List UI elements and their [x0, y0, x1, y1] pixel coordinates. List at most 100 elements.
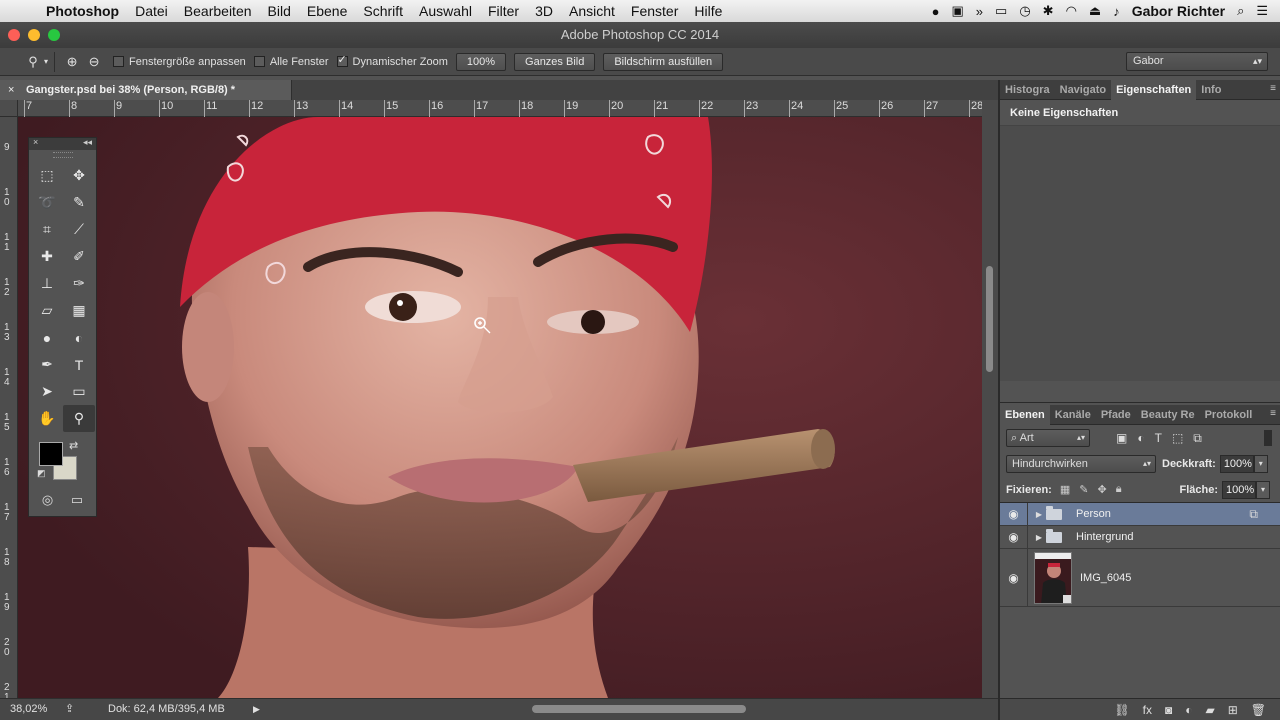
- zoom-level[interactable]: 38,02%: [10, 699, 47, 719]
- tool-preset-chevron-icon[interactable]: ▾: [44, 57, 48, 66]
- pen-tool-icon[interactable]: ✒: [31, 351, 63, 378]
- properties-panel-menu-icon[interactable]: ≡: [1270, 83, 1276, 94]
- foreground-color-swatch[interactable]: [39, 442, 63, 466]
- spotlight-icon[interactable]: ⌕: [1237, 3, 1244, 19]
- dodge-tool-icon[interactable]: ◐: [63, 324, 95, 351]
- layer-kind-filter[interactable]: ⌕ Art ▴▾: [1006, 429, 1090, 447]
- window-minimize-button[interactable]: [28, 29, 40, 41]
- fill-dropdown-icon[interactable]: ▾: [1256, 480, 1270, 499]
- tab-beauty[interactable]: Beauty Re: [1136, 405, 1200, 425]
- layers-panel-menu-icon[interactable]: ≡: [1270, 408, 1276, 419]
- marquee-tool-icon[interactable]: ⬚: [31, 162, 63, 189]
- visibility-eye-icon[interactable]: ◉: [1000, 549, 1028, 606]
- volume-icon[interactable]: ♪: [1113, 4, 1120, 19]
- resize-windows-checkbox[interactable]: [113, 56, 125, 67]
- visibility-eye-icon[interactable]: ◉: [1000, 503, 1028, 525]
- clone-stamp-tool-icon[interactable]: ⊥: [31, 270, 63, 297]
- document-canvas[interactable]: [18, 117, 982, 698]
- menu-3d[interactable]: 3D: [527, 3, 561, 19]
- expand-group-icon[interactable]: ▶: [1032, 533, 1046, 542]
- healing-brush-tool-icon[interactable]: ✚: [31, 243, 63, 270]
- lock-transparency-icon[interactable]: ▦: [1060, 483, 1070, 496]
- menu-bearbeiten[interactable]: Bearbeiten: [176, 3, 260, 19]
- eraser-tool-icon[interactable]: ▱: [31, 297, 63, 324]
- tools-grip[interactable]: [52, 152, 73, 158]
- menu-ebene[interactable]: Ebene: [299, 3, 355, 19]
- scrubby-zoom-checkbox[interactable]: [336, 53, 348, 67]
- lock-position-icon[interactable]: ✥: [1097, 483, 1106, 496]
- type-tool-icon[interactable]: T: [63, 351, 95, 378]
- horizontal-scroll-thumb[interactable]: [532, 705, 746, 713]
- expand-group-icon[interactable]: ▶: [1032, 510, 1046, 519]
- tab-channels[interactable]: Kanäle: [1050, 405, 1096, 425]
- wifi-icon[interactable]: ◠: [1066, 3, 1077, 19]
- collapse-tools-icon[interactable]: ◂◂: [83, 137, 92, 148]
- all-windows-checkbox[interactable]: [253, 56, 265, 67]
- menu-ansicht[interactable]: Ansicht: [561, 3, 623, 19]
- filter-pixel-icon[interactable]: ▣: [1116, 431, 1127, 446]
- lock-pixels-icon[interactable]: ✎: [1079, 483, 1088, 496]
- link-layers-icon[interactable]: ⛓: [1114, 703, 1129, 717]
- layer-row-img-6045[interactable]: ◉ IMG_6045: [1000, 549, 1280, 607]
- tab-history[interactable]: Protokoll: [1200, 405, 1258, 425]
- blend-mode-select[interactable]: Hindurchwirken ▴▾: [1006, 455, 1156, 473]
- menu-hilfe[interactable]: Hilfe: [686, 3, 730, 19]
- menu-bild[interactable]: Bild: [260, 3, 299, 19]
- lasso-tool-icon[interactable]: ➰: [31, 189, 63, 216]
- move-tool-icon[interactable]: ✥: [63, 162, 95, 189]
- canvas-vertical-scrollbar[interactable]: [982, 100, 998, 698]
- quick-selection-tool-icon[interactable]: ✎: [63, 189, 95, 216]
- notifications-icon[interactable]: ☰: [1256, 3, 1268, 19]
- menu-photoshop[interactable]: Photoshop: [38, 3, 127, 19]
- lock-all-icon[interactable]: 🔒︎: [1116, 483, 1122, 496]
- rectangle-tool-icon[interactable]: ▭: [63, 378, 95, 405]
- zoom-in-icon[interactable]: ⊕: [61, 54, 83, 70]
- zoom-tool-active-icon[interactable]: ⚲: [63, 405, 95, 432]
- fill-input[interactable]: 100%: [1222, 480, 1256, 499]
- workspace-select[interactable]: Gabor ▴▾: [1126, 52, 1268, 71]
- default-colors-icon[interactable]: ◩: [37, 468, 46, 479]
- tab-paths[interactable]: Pfade: [1096, 405, 1136, 425]
- filter-toggle-switch[interactable]: [1264, 430, 1272, 446]
- crop-tool-icon[interactable]: ⌗: [31, 216, 63, 243]
- tab-properties[interactable]: Eigenschaften: [1111, 79, 1197, 100]
- new-layer-icon[interactable]: ⊞: [1228, 703, 1238, 717]
- brush-tool-icon[interactable]: ✐: [63, 243, 95, 270]
- menu-schrift[interactable]: Schrift: [355, 3, 411, 19]
- screen-mode-icon[interactable]: ▭: [71, 492, 83, 508]
- window-zoom-button[interactable]: [48, 29, 60, 41]
- status-menu-icon[interactable]: ▶: [253, 699, 260, 719]
- share-icon[interactable]: ⇪: [65, 699, 74, 719]
- layer-style-icon[interactable]: fx: [1143, 703, 1152, 717]
- eyedropper-tool-icon[interactable]: ⟋: [63, 216, 95, 243]
- vertical-scroll-thumb[interactable]: [986, 266, 993, 372]
- gradient-tool-icon[interactable]: ▦: [63, 297, 95, 324]
- delete-layer-icon[interactable]: 🗑︎: [1251, 703, 1266, 717]
- new-group-icon[interactable]: ▰: [1205, 703, 1214, 717]
- blur-tool-icon[interactable]: ●: [31, 324, 63, 351]
- quick-mask-icon[interactable]: ◎: [42, 492, 53, 508]
- fill-screen-button[interactable]: Bildschirm ausfüllen: [603, 52, 724, 71]
- arrows-icon[interactable]: »: [976, 4, 983, 19]
- opacity-dropdown-icon[interactable]: ▾: [1253, 455, 1268, 473]
- layer-row-hintergrund[interactable]: ◉ ▶ Hintergrund: [1000, 526, 1280, 549]
- tab-layers[interactable]: Ebenen: [1000, 404, 1050, 425]
- zoom-100-button[interactable]: 100%: [455, 52, 507, 71]
- airplay-icon[interactable]: ▭: [995, 3, 1007, 19]
- tab-histogram[interactable]: Histogra: [1000, 80, 1055, 100]
- tab-navigator[interactable]: Navigato: [1055, 80, 1111, 100]
- hat-icon[interactable]: ●: [932, 4, 940, 19]
- menu-auswahl[interactable]: Auswahl: [411, 3, 480, 19]
- history-brush-tool-icon[interactable]: ✑: [63, 270, 95, 297]
- filter-shape-icon[interactable]: ⬚: [1172, 431, 1183, 446]
- zoom-tool-icon[interactable]: ⚲: [22, 54, 44, 70]
- time-machine-icon[interactable]: ◷: [1019, 3, 1030, 19]
- menu-datei[interactable]: Datei: [127, 3, 176, 19]
- tab-info[interactable]: Info: [1196, 80, 1226, 100]
- eject-icon[interactable]: ⏏: [1089, 3, 1101, 19]
- window-close-button[interactable]: [8, 29, 20, 41]
- menu-fenster[interactable]: Fenster: [623, 3, 686, 19]
- adjustment-layer-icon[interactable]: ◐: [1185, 703, 1192, 717]
- filter-smart-object-icon[interactable]: ⧉: [1193, 431, 1202, 446]
- document-tab[interactable]: × Gangster.psd bei 38% (Person, RGB/8) *: [0, 80, 292, 100]
